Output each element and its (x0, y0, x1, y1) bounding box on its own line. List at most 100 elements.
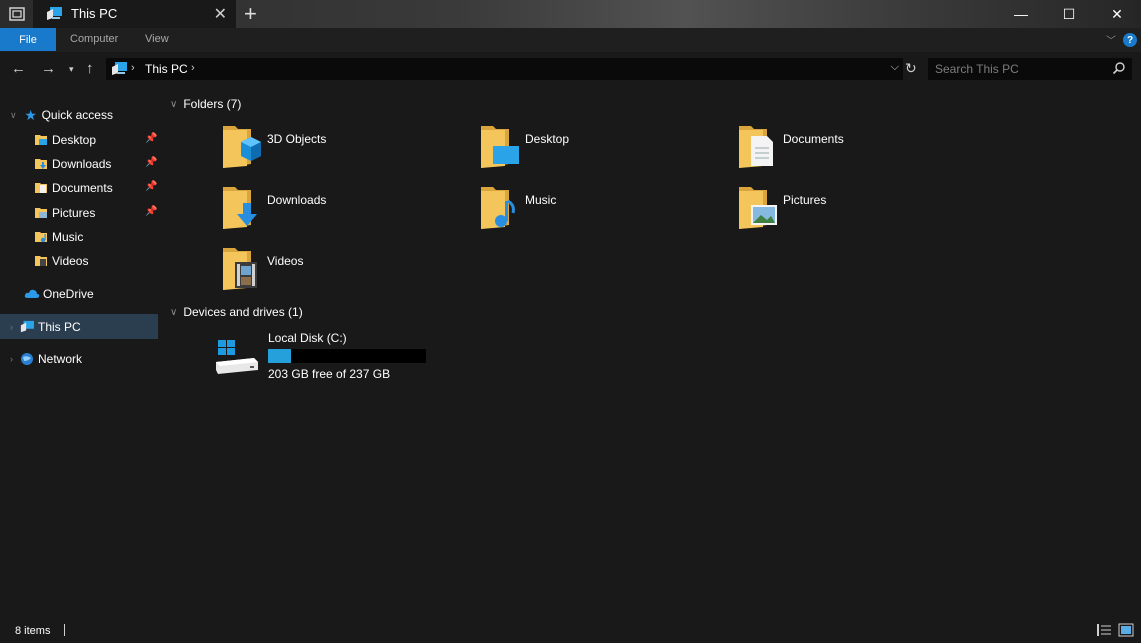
tab-close-icon[interactable]: ✕ (214, 4, 227, 24)
pin-icon[interactable]: 📌 (145, 206, 157, 217)
documents-folder-icon (33, 180, 49, 196)
navigation-bar: ← → ▾ ↑ › This PC › ⌵ ↻ Search This PC (0, 52, 1141, 86)
sidebar-item-videos[interactable]: Videos (33, 249, 88, 273)
sidebar-item-label: Quick access (41, 108, 113, 122)
content-pane: ∨ Folders (7) 3D Objects Desktop Documen… (162, 86, 1141, 618)
pin-icon[interactable]: 📌 (145, 133, 157, 144)
maximize-button[interactable]: ☐ (1045, 0, 1093, 28)
this-pc-icon (110, 61, 128, 80)
ribbon-tab-view[interactable]: View (145, 33, 169, 45)
group-header-label: Devices and drives (1) (183, 305, 303, 319)
close-button[interactable]: ✕ (1093, 0, 1141, 28)
group-header-folders[interactable]: ∨ Folders (7) (170, 97, 241, 111)
sidebar-item-onedrive[interactable]: OneDrive (24, 282, 94, 306)
folder-tile-music[interactable]: Music (479, 185, 709, 241)
sidebar-item-label: Documents (52, 181, 113, 195)
status-bar: 8 items (0, 618, 1141, 643)
sidebar-item-pictures[interactable]: Pictures (33, 201, 95, 225)
sidebar-item-quick-access[interactable]: ∨ ★ Quick access (10, 103, 113, 127)
collapse-chevron-icon[interactable]: ∨ (10, 110, 17, 121)
sidebar-item-label: OneDrive (43, 287, 94, 301)
drive-usage-bar (267, 348, 427, 364)
status-divider (64, 624, 65, 636)
sidebar-item-documents[interactable]: Documents (33, 176, 113, 200)
group-header-label: Folders (7) (183, 97, 242, 111)
folder-label: Music (525, 193, 557, 207)
sidebar-item-downloads[interactable]: Downloads (33, 152, 111, 176)
hard-drive-icon (216, 340, 258, 374)
sidebar-item-music[interactable]: Music (33, 225, 83, 249)
folder-label: Documents (783, 132, 844, 146)
expand-ribbon-icon[interactable]: ﹀ (1106, 32, 1116, 47)
search-icon[interactable] (1112, 61, 1126, 78)
downloads-folder-icon (223, 187, 257, 229)
folder-tile-downloads[interactable]: Downloads (221, 185, 451, 241)
folder-label: 3D Objects (267, 132, 327, 146)
expand-chevron-icon[interactable]: › (10, 322, 13, 332)
cloud-icon (24, 286, 40, 302)
sidebar-item-desktop[interactable]: Desktop (33, 128, 96, 152)
sidebar-item-label: Videos (52, 254, 89, 268)
sidebar-item-label: Downloads (52, 157, 112, 171)
folder-label: Videos (267, 254, 304, 268)
this-pc-icon (19, 319, 35, 335)
sidebar-item-label: Network (38, 352, 83, 366)
address-dropdown-icon[interactable]: ⌵ (891, 61, 899, 74)
folder-label: Desktop (525, 132, 570, 146)
back-arrow-icon[interactable]: ← (11, 60, 26, 77)
search-input[interactable]: Search This PC (928, 58, 1132, 80)
minimize-button[interactable]: — (997, 0, 1045, 28)
recent-locations-chevron-icon[interactable]: ▾ (69, 64, 74, 75)
breadcrumb-chevron-icon[interactable]: › (191, 62, 195, 74)
new-tab-icon[interactable]: + (244, 2, 257, 26)
tab-overview-icon[interactable] (0, 0, 33, 28)
expand-chevron-icon[interactable]: › (10, 354, 13, 364)
desktop-folder-icon (481, 126, 519, 168)
breadcrumb-this-pc[interactable]: This PC (145, 62, 188, 76)
sidebar-item-this-pc[interactable]: › This PC (10, 315, 81, 339)
up-arrow-icon[interactable]: ↑ (86, 60, 94, 77)
navigation-pane: ∨ ★ Quick access Desktop 📌 Downloads 📌 D… (0, 86, 162, 618)
forward-arrow-icon[interactable]: → (41, 60, 56, 77)
folder-tile-videos[interactable]: Videos (221, 246, 451, 302)
large-icons-view-icon[interactable] (1118, 623, 1134, 637)
sidebar-item-label: Desktop (52, 133, 97, 147)
group-collapse-icon[interactable]: ∨ (170, 99, 177, 110)
folder-tile-pictures[interactable]: Pictures (737, 185, 967, 241)
videos-folder-icon (33, 253, 49, 269)
documents-folder-icon (739, 126, 773, 168)
group-collapse-icon[interactable]: ∨ (170, 307, 177, 318)
breadcrumb-chevron-icon[interactable]: › (131, 62, 135, 74)
music-folder-icon (481, 187, 515, 229)
group-header-devices[interactable]: ∨ Devices and drives (1) (170, 305, 303, 319)
refresh-icon[interactable]: ↻ (905, 60, 917, 77)
sidebar-item-network[interactable]: › Network (10, 347, 82, 371)
item-count: 8 items (15, 625, 51, 637)
address-bar[interactable]: › This PC › ⌵ (106, 58, 903, 80)
ribbon-tab-computer[interactable]: Computer (70, 33, 118, 45)
pictures-folder-icon (739, 187, 777, 229)
downloads-folder-icon (33, 156, 49, 172)
pin-icon[interactable]: 📌 (145, 157, 157, 168)
sidebar-item-label: Pictures (52, 206, 96, 220)
folder-tile-desktop[interactable]: Desktop (479, 124, 709, 180)
details-view-icon[interactable] (1096, 623, 1112, 637)
folder-tile-3d-objects[interactable]: 3D Objects (221, 124, 451, 180)
ribbon-tab-file[interactable]: File (0, 28, 56, 51)
folder-tile-documents[interactable]: Documents (737, 124, 967, 180)
title-bar: This PC ✕ + — ☐ ✕ (0, 0, 1141, 28)
drive-free-space: 203 GB free of 237 GB (268, 367, 391, 381)
folder-label: Downloads (267, 193, 327, 207)
help-icon[interactable]: ? (1123, 33, 1137, 47)
drive-name: Local Disk (C:) (268, 331, 347, 345)
drive-usage-fill (268, 349, 291, 363)
sidebar-item-label: This PC (38, 320, 81, 334)
this-pc-icon (45, 6, 63, 25)
network-globe-icon (19, 351, 35, 367)
tab-this-pc[interactable]: This PC ✕ (33, 0, 236, 28)
drive-tile-local-disk[interactable]: Local Disk (C:) 203 GB free of 237 GB (214, 330, 444, 390)
music-folder-icon (33, 229, 49, 245)
pin-icon[interactable]: 📌 (145, 181, 157, 192)
search-placeholder: Search This PC (935, 62, 1019, 76)
ribbon: File Computer View ﹀ ? (0, 28, 1141, 52)
